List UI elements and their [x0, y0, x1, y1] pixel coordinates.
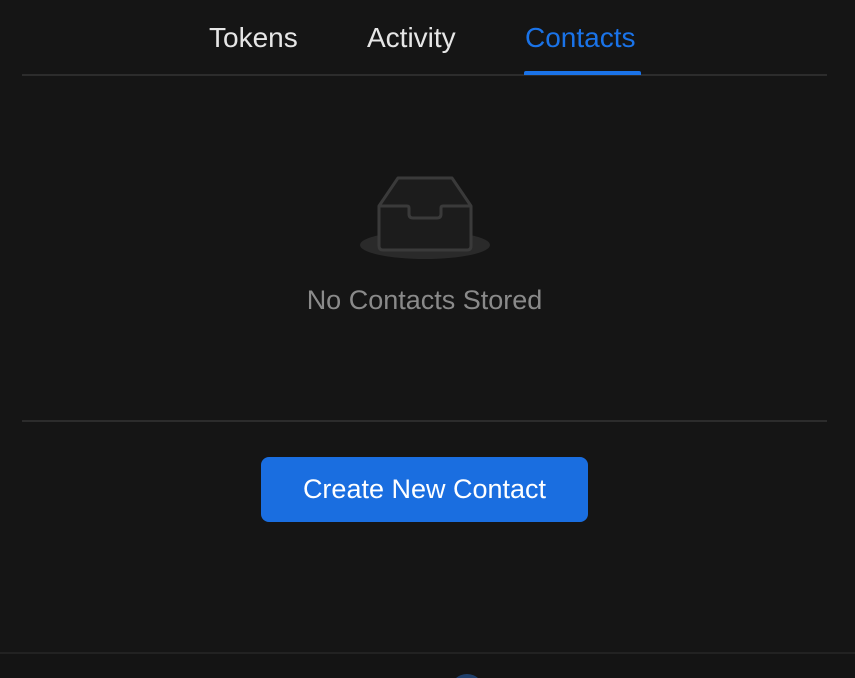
- footer-nav-button[interactable]: [450, 674, 484, 678]
- tab-tokens[interactable]: Tokens: [209, 20, 298, 56]
- contacts-panel: Tokens Activity Contacts No Contacts Sto…: [0, 0, 855, 678]
- tab-activity[interactable]: Activity: [367, 20, 456, 56]
- create-new-contact-button[interactable]: Create New Contact: [261, 457, 588, 522]
- active-tab-indicator: [524, 71, 641, 75]
- footer-bar: [0, 652, 855, 678]
- empty-state-message: No Contacts Stored: [306, 285, 543, 315]
- section-divider: [22, 420, 827, 422]
- tab-contacts[interactable]: Contacts: [525, 20, 636, 56]
- inbox-icon: [360, 176, 490, 259]
- tab-bar: Tokens Activity Contacts: [22, 0, 827, 76]
